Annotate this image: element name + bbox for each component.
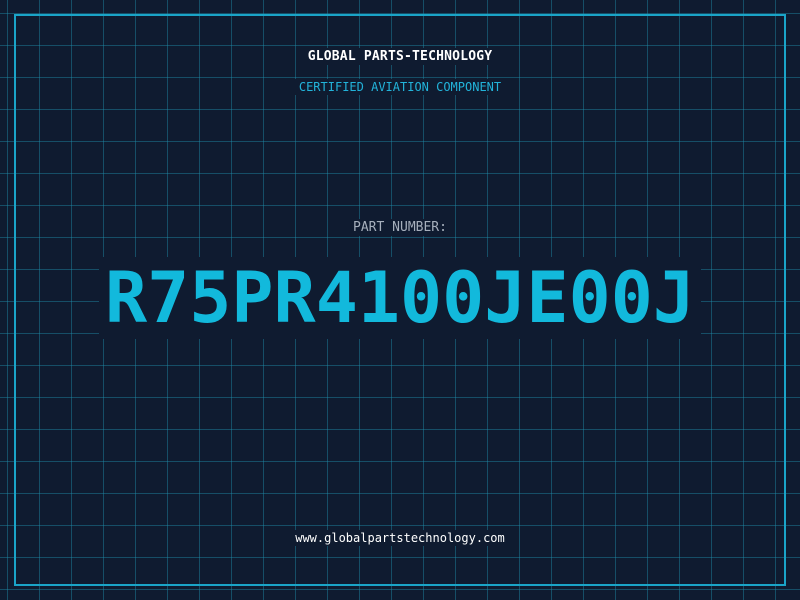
- company-name-text: GLOBAL PARTS-TECHNOLOGY: [303, 48, 497, 65]
- part-number-value-text: R75PR4100JE00J: [98, 257, 701, 339]
- part-label-card: GLOBAL PARTS-TECHNOLOGY CERTIFIED AVIATI…: [0, 0, 800, 600]
- certification-subtitle: CERTIFIED AVIATION COMPONENT: [0, 79, 800, 95]
- website-url-text: www.globalpartstechnology.com: [291, 530, 509, 546]
- website-url: www.globalpartstechnology.com: [0, 530, 800, 546]
- part-number-value: R75PR4100JE00J: [0, 257, 800, 339]
- company-name: GLOBAL PARTS-TECHNOLOGY: [0, 48, 800, 65]
- part-number-label: PART NUMBER:: [0, 219, 800, 236]
- part-number-label-text: PART NUMBER:: [349, 219, 451, 236]
- certification-subtitle-text: CERTIFIED AVIATION COMPONENT: [294, 79, 506, 95]
